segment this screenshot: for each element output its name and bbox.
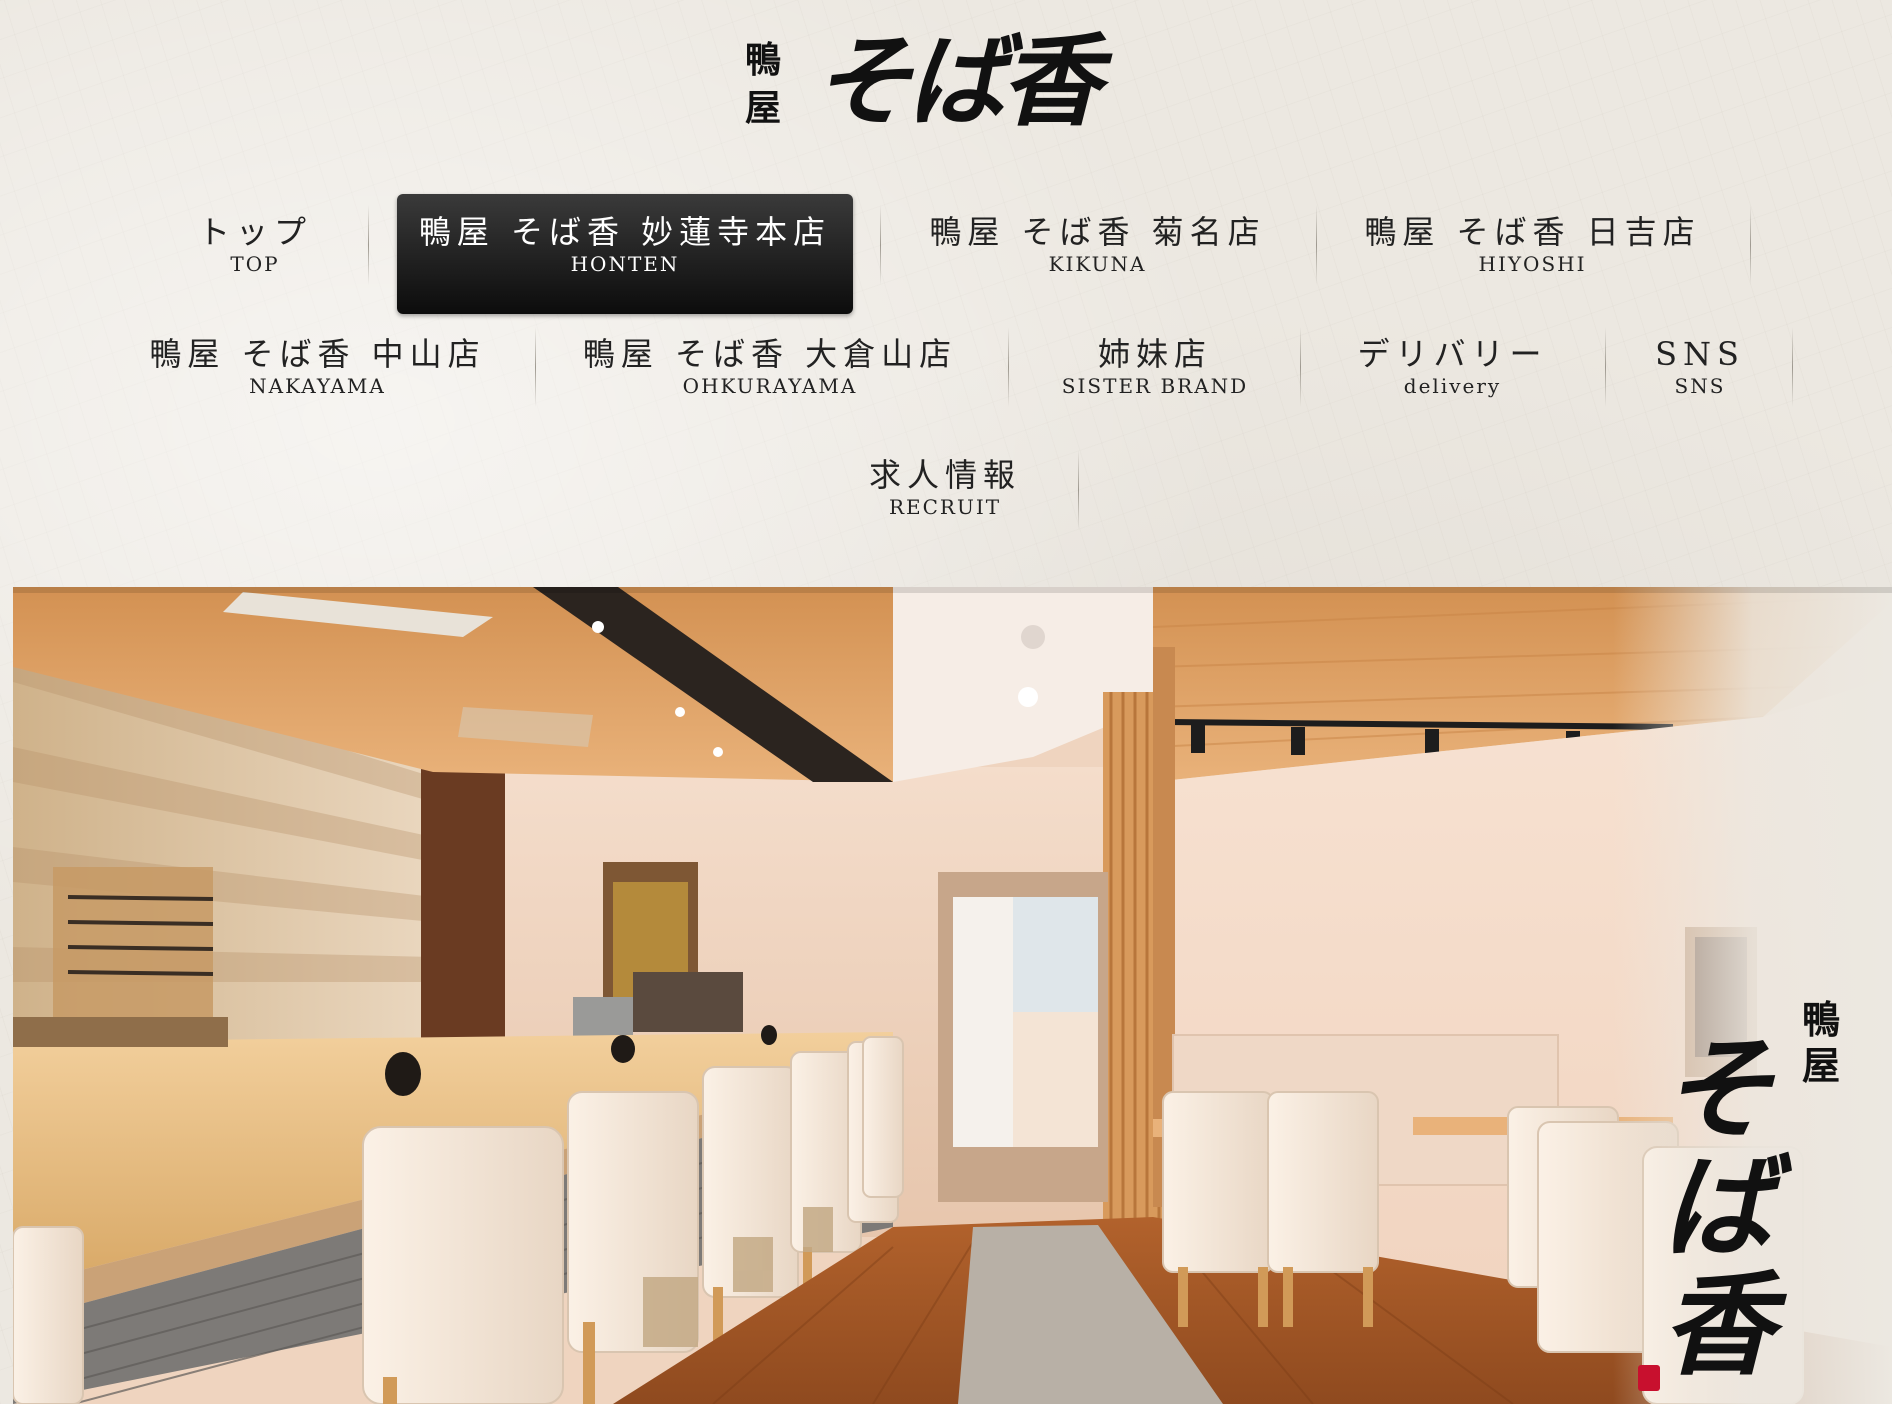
- nav-item-label-jp: 鴨屋 そば香 中山店: [149, 335, 486, 373]
- nav-item-recruit[interactable]: 求人情報 RECRUIT: [850, 456, 1040, 526]
- nav-item-label-en: SNS: [1674, 374, 1726, 398]
- hero-image: 鴨屋 そば香: [13, 587, 1892, 1404]
- nav-item-sister-brand[interactable]: 姉妹店 SISTER BRAND: [1050, 335, 1260, 405]
- nav-item-ohkurayama[interactable]: 鴨屋 そば香 大倉山店 OHKURAYAMA: [575, 335, 965, 405]
- nav-item-label-en: delivery: [1403, 374, 1502, 398]
- nav-item-kikuna[interactable]: 鴨屋 そば香 菊名店 KIKUNA: [920, 213, 1275, 283]
- hero-logo-main-text: そば香: [1662, 1024, 1774, 1391]
- nav-item-label-jp: SNS: [1655, 335, 1745, 373]
- hero-calligraphy-logo: 鴨屋 そば香: [1638, 997, 1848, 1397]
- nav-item-top[interactable]: トップ TOP: [180, 213, 330, 283]
- nav-item-delivery[interactable]: デリバリー delivery: [1340, 335, 1565, 405]
- nav-item-label-jp: 鴨屋 そば香 大倉山店: [582, 335, 958, 373]
- restaurant-interior-illustration: [13, 587, 1892, 1404]
- nav-item-label-en: HONTEN: [570, 252, 680, 276]
- nav-divider: [1316, 205, 1317, 285]
- nav-item-sns[interactable]: SNS SNS: [1640, 335, 1760, 405]
- nav-item-hiyoshi[interactable]: 鴨屋 そば香 日吉店 HIYOSHI: [1355, 213, 1710, 283]
- nav-item-honten[interactable]: 鴨屋 そば香 妙蓮寺本店 HONTEN: [397, 194, 853, 314]
- nav-divider: [368, 205, 369, 285]
- site-logo[interactable]: 鴨屋 そば香: [745, 22, 1165, 140]
- nav-item-label-jp: 求人情報: [868, 456, 1021, 494]
- nav-divider: [535, 327, 536, 407]
- nav-item-label-en: NAKAYAMA: [249, 374, 386, 398]
- nav-item-label-en: HIYOSHI: [1478, 252, 1587, 276]
- nav-item-nakayama[interactable]: 鴨屋 そば香 中山店 NAKAYAMA: [140, 335, 495, 405]
- nav-divider: [1078, 450, 1079, 530]
- nav-item-label-en: OHKURAYAMA: [682, 374, 858, 398]
- nav-item-label-jp: 鴨屋 そば香 日吉店: [1364, 213, 1701, 251]
- nav-divider: [1792, 327, 1793, 407]
- nav-divider: [880, 205, 881, 285]
- nav-item-label-jp: デリバリー: [1357, 335, 1548, 373]
- nav-item-label-jp: 姉妹店: [1097, 335, 1212, 373]
- nav-item-label-jp: トップ: [197, 213, 312, 251]
- nav-item-label-en: SISTER BRAND: [1061, 374, 1249, 398]
- nav-divider: [1300, 327, 1301, 407]
- hero-logo-small-text: 鴨屋: [1802, 997, 1841, 1088]
- nav-item-label-jp: 鴨屋 そば香 妙蓮寺本店: [418, 213, 832, 251]
- nav-item-label-en: KIKUNA: [1048, 252, 1147, 276]
- nav-item-label-en: TOP: [230, 252, 280, 276]
- nav-item-label-en: RECRUIT: [888, 495, 1002, 519]
- logo-small-text: 鴨屋: [745, 39, 782, 129]
- red-seal-stamp: [1638, 1365, 1660, 1391]
- nav-item-label-jp: 鴨屋 そば香 菊名店: [929, 213, 1266, 251]
- nav-divider: [1750, 205, 1751, 285]
- logo-main-text: そば香: [813, 22, 1101, 140]
- nav-divider: [1008, 327, 1009, 407]
- nav-divider: [1605, 327, 1606, 407]
